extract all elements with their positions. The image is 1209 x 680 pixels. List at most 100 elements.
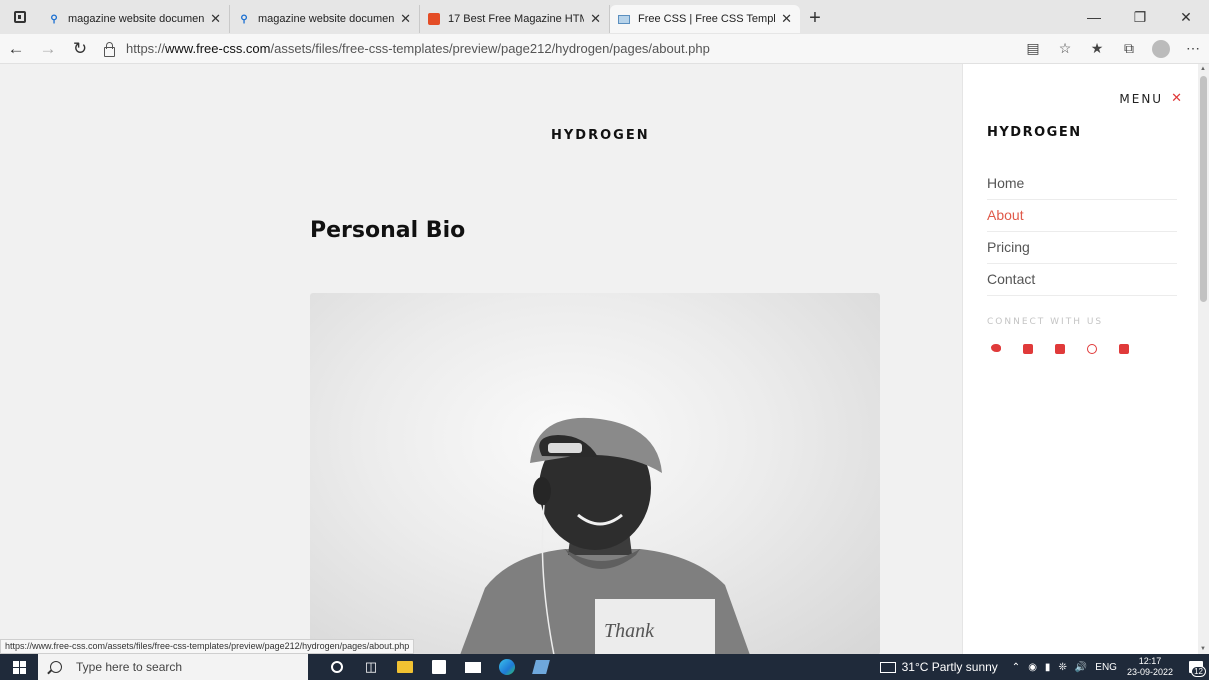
tab-title: Free CSS | Free CSS Templates | D <box>638 13 775 25</box>
app-icon <box>532 660 550 674</box>
file-explorer-button[interactable] <box>388 654 422 680</box>
scroll-up-arrow[interactable]: ▲ <box>1200 66 1206 72</box>
tab-title: 17 Best Free Magazine HTML We <box>448 13 584 25</box>
clock-date: 23-09-2022 <box>1126 667 1173 677</box>
tab-strip: ⚲ magazine website documentatio ✕ ⚲ maga… <box>0 0 1209 34</box>
favorites-icon[interactable]: ★ <box>1081 34 1113 64</box>
menu-close-toggle[interactable]: MENU ✕ <box>1119 91 1184 106</box>
windows-logo-icon <box>12 660 26 674</box>
close-tab-icon[interactable]: ✕ <box>781 11 792 27</box>
edge-button[interactable] <box>490 654 524 680</box>
side-nav: Home About Pricing Contact <box>987 168 1177 296</box>
twitter-icon[interactable] <box>991 344 1001 352</box>
notifications-button[interactable]: 12 <box>1183 654 1209 680</box>
url-path: /assets/files/free-css-templates/preview… <box>270 41 710 56</box>
toolbar-actions: ▤ ☆ ★ ⧉ ⋯ <box>1017 34 1209 64</box>
nav-item-about[interactable]: About <box>987 200 1177 232</box>
url-prefix: https:// <box>126 41 166 56</box>
search-icon: ⚲ <box>240 13 248 25</box>
browser-tab[interactable]: ⚲ magazine website documentatio ✕ <box>230 5 420 33</box>
instagram-icon[interactable] <box>1055 344 1065 354</box>
nav-item-pricing[interactable]: Pricing <box>987 232 1177 264</box>
shirt-print-text: Thank <box>604 620 655 642</box>
nav-item-home[interactable]: Home <box>987 168 1177 200</box>
collections-icon[interactable]: ⧉ <box>1113 34 1145 64</box>
forward-button[interactable]: → <box>32 34 64 64</box>
language-indicator[interactable]: ENG <box>1095 662 1117 673</box>
browser-tab-active[interactable]: Free CSS | Free CSS Templates | D ✕ <box>610 5 800 33</box>
menu-label: MENU <box>1119 91 1164 106</box>
weather-text: 31°C Partly sunny <box>901 660 998 674</box>
back-button[interactable]: ← <box>0 34 32 64</box>
cortana-icon <box>331 661 343 673</box>
search-icon <box>50 661 62 673</box>
page-title: Personal Bio <box>310 218 466 243</box>
close-tab-icon[interactable]: ✕ <box>210 11 221 27</box>
wifi-icon[interactable]: ❊ <box>1058 662 1066 673</box>
facebook-icon[interactable] <box>1023 344 1033 354</box>
refresh-button[interactable]: ↻ <box>64 34 96 64</box>
maximize-button[interactable]: ❐ <box>1117 0 1163 34</box>
window-controls: — ❐ ✕ <box>1071 0 1209 34</box>
close-menu-icon[interactable]: ✕ <box>1171 91 1184 106</box>
app-button[interactable] <box>524 654 558 680</box>
profile-avatar[interactable] <box>1152 39 1170 58</box>
lock-icon <box>102 41 116 57</box>
add-favorite-icon[interactable]: ☆ <box>1049 34 1081 64</box>
status-url-tooltip: https://www.free-css.com/assets/files/fr… <box>0 639 415 654</box>
close-tab-icon[interactable]: ✕ <box>400 11 411 27</box>
store-icon <box>432 660 446 674</box>
clock[interactable]: 12:17 23-09-2022 <box>1127 656 1173 678</box>
volume-icon[interactable]: 🔊 <box>1075 662 1087 673</box>
address-bar[interactable]: https://www.free-css.com/assets/files/fr… <box>96 35 956 63</box>
site-brand[interactable]: HYDROGEN <box>551 128 650 143</box>
weather-icon <box>879 661 896 673</box>
browser-tab[interactable]: ⚲ magazine website documentatio ✕ <box>40 5 230 33</box>
taskbar-search-placeholder: Type here to search <box>76 660 183 674</box>
scroll-down-arrow[interactable]: ▼ <box>1200 646 1206 652</box>
page-scrollbar[interactable]: ▲ ▼ <box>1198 64 1209 654</box>
settings-more-icon[interactable]: ⋯ <box>1177 34 1209 64</box>
task-view-button[interactable]: ◫ <box>354 654 388 680</box>
notification-count: 12 <box>1191 666 1206 677</box>
edge-icon <box>499 659 515 675</box>
nav-item-contact[interactable]: Contact <box>987 264 1177 296</box>
close-window-button[interactable]: ✕ <box>1163 0 1209 34</box>
scrollbar-thumb[interactable] <box>1200 76 1207 302</box>
mail-icon <box>465 661 481 673</box>
folder-icon <box>397 661 413 673</box>
clock-time: 12:17 <box>1138 656 1162 666</box>
address-toolbar: ← → ↻ https://www.free-css.com/assets/fi… <box>0 34 1209 64</box>
browser-tab[interactable]: 17 Best Free Magazine HTML We ✕ <box>420 5 610 33</box>
bio-photo: Thank <box>310 293 880 654</box>
social-links <box>991 344 1151 354</box>
free-css-icon <box>618 14 630 24</box>
weather-widget[interactable]: 31°C Partly sunny <box>879 660 998 674</box>
tab-actions-icon <box>14 11 26 23</box>
close-tab-icon[interactable]: ✕ <box>590 11 601 27</box>
read-aloud-icon[interactable]: ▤ <box>1017 34 1049 64</box>
dribbble-icon[interactable] <box>1087 344 1097 354</box>
mail-button[interactable] <box>456 654 490 680</box>
tab-actions-button[interactable] <box>0 0 40 34</box>
page-viewport: HYDROGEN Personal Bio Thank MENU ✕ HYDRO… <box>0 64 1209 654</box>
side-brand[interactable]: HYDROGEN <box>987 125 1082 140</box>
store-button[interactable] <box>422 654 456 680</box>
url-host: www.free-css.com <box>165 41 271 56</box>
cortana-button[interactable] <box>320 654 354 680</box>
connect-label: CONNECT WITH US <box>987 317 1104 327</box>
windows-taskbar: Type here to search ◫ 31°C Partly sunny … <box>0 654 1209 680</box>
tab-title: magazine website documentatio <box>68 13 205 25</box>
html5-icon <box>428 13 440 25</box>
taskbar-search[interactable]: Type here to search <box>38 654 308 680</box>
battery-icon[interactable]: ▮ <box>1045 662 1051 673</box>
taskbar-tray: 31°C Partly sunny ⌃ ◉ ▮ ❊ 🔊 ENG 12:17 23… <box>879 654 1209 680</box>
new-tab-button[interactable]: + <box>800 5 830 33</box>
side-menu-panel: MENU ✕ HYDROGEN Home About Pricing Conta… <box>962 64 1198 654</box>
start-button[interactable] <box>0 654 38 680</box>
system-tray: ⌃ ◉ ▮ ❊ 🔊 ENG <box>1008 662 1121 673</box>
minimize-button[interactable]: — <box>1071 0 1117 34</box>
chevron-up-icon[interactable]: ⌃ <box>1012 662 1020 673</box>
youtube-icon[interactable] <box>1119 344 1129 354</box>
meet-now-icon[interactable]: ◉ <box>1028 662 1037 673</box>
